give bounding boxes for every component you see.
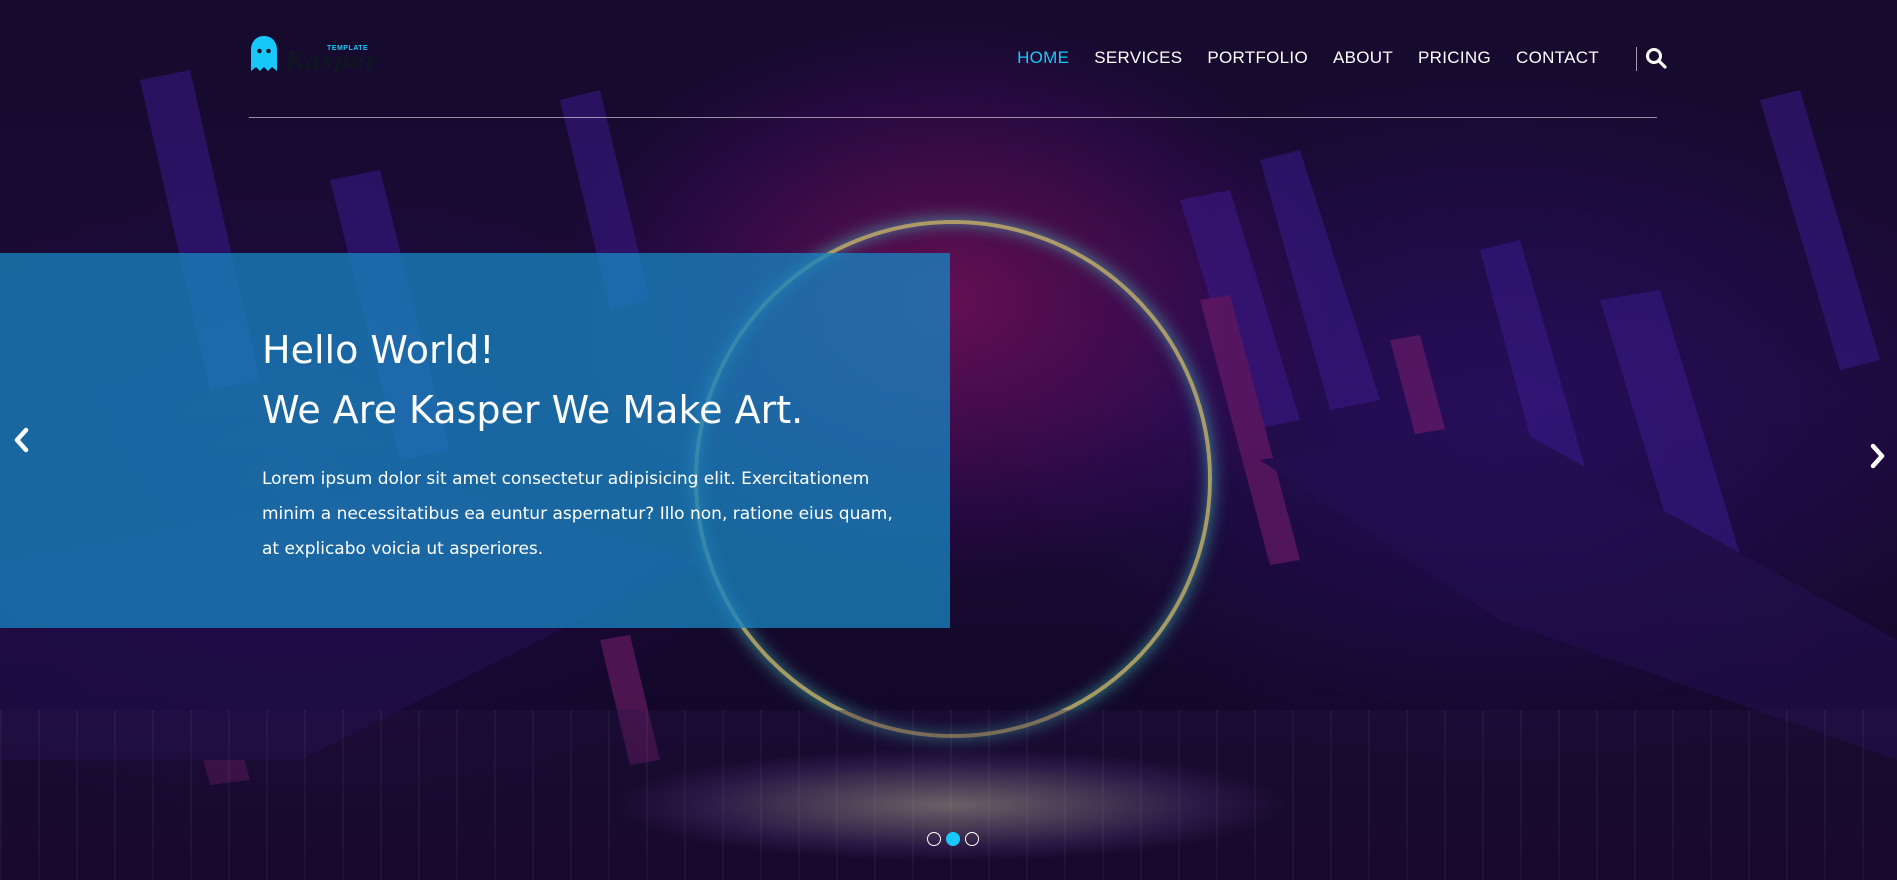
nav-item-home[interactable]: HOME (1017, 48, 1069, 68)
search-button[interactable] (1645, 47, 1669, 71)
nav-item-about[interactable]: ABOUT (1333, 48, 1393, 68)
ghost-icon (251, 36, 277, 71)
nav-item-pricing[interactable]: PRICING (1418, 48, 1491, 68)
main-nav: HOME SERVICES PORTFOLIO ABOUT PRICING CO… (992, 48, 1599, 68)
hero-title-line-2: We Are Kasper We Make Art. (262, 388, 804, 432)
logo[interactable]: Kasper TEMPLATE (249, 34, 377, 78)
hero-title: Hello World! We Are Kasper We Make Art. (262, 320, 803, 440)
nav-item-contact[interactable]: CONTACT (1516, 48, 1599, 68)
hero-content-box (0, 253, 950, 628)
slider-bullet-2[interactable] (946, 832, 960, 846)
nav-item-portfolio[interactable]: PORTFOLIO (1207, 48, 1308, 68)
nav-item-services[interactable]: SERVICES (1094, 48, 1182, 68)
chevron-right-icon (1870, 443, 1885, 469)
slider-next-button[interactable] (1865, 441, 1889, 471)
nav-divider (1636, 47, 1637, 71)
slider-pagination (927, 832, 979, 846)
slider-bullet-3[interactable] (965, 832, 979, 846)
chevron-left-icon (14, 427, 29, 453)
slider-prev-button[interactable] (10, 425, 34, 455)
hero-description: Lorem ipsum dolor sit amet consectetur a… (262, 469, 893, 559)
reflective-floor (0, 710, 1897, 880)
logo-tagline: TEMPLATE (327, 45, 369, 52)
hero-title-line-1: Hello World! (262, 328, 495, 372)
slider-bullet-1[interactable] (927, 832, 941, 846)
site-header: Kasper TEMPLATE HOME SERVICES PORTFOLIO … (249, 0, 1667, 118)
search-icon (1646, 48, 1667, 69)
